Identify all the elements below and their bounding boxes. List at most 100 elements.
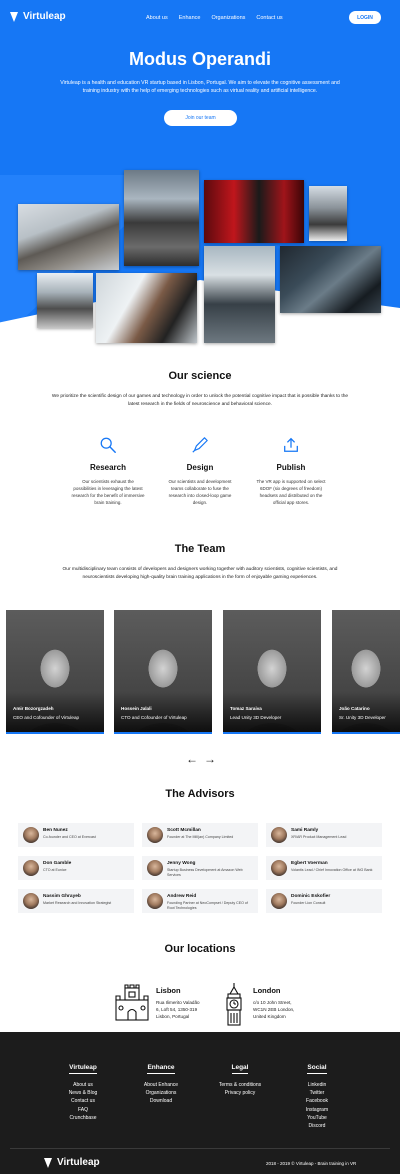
team-photo-office: [124, 170, 199, 266]
team-card[interactable]: João Catarino Sr. Unity 3D Developer: [332, 610, 400, 734]
top-nav: Virtuleap About us Enhance Organizations…: [0, 0, 400, 36]
feature-text: Our scientists exhaust the possibilities…: [71, 479, 145, 505]
advisor-role: Market Research and Innovation Strategis…: [43, 901, 112, 905]
nav-link-enhance[interactable]: Enhance: [179, 15, 201, 21]
advisor-card: Don Gamble CTO at Eunice: [18, 856, 134, 880]
footer-heading: Enhance: [147, 1064, 175, 1074]
team-member-role: Lead Unity 3D Developer: [230, 715, 282, 720]
advisor-role: Founding Partner at NeoCompset / Deputy …: [167, 901, 248, 910]
footer-link[interactable]: Contact us: [54, 1097, 112, 1105]
advisor-name: Jenny Wong: [167, 861, 196, 866]
team-card[interactable]: Amir Bozorgzadeh CEO and Cofounder of Vi…: [6, 610, 104, 734]
advisors-title: The Advisors: [165, 788, 235, 800]
join-team-button[interactable]: Join our team: [164, 110, 237, 126]
science-description: We prioritize the scientific design of o…: [51, 394, 349, 407]
team-photo-portrait: [309, 186, 347, 241]
team-member-name: Tomaz Saraiva: [230, 706, 262, 711]
feature-publish: Publish The VR app is supported on selec…: [253, 436, 329, 506]
footer-link[interactable]: Crunchbase: [54, 1114, 112, 1122]
footer-link[interactable]: Facebook: [292, 1097, 342, 1105]
advisor-role: Founder Lion Consult: [291, 901, 326, 905]
advisor-name: Don Gamble: [43, 861, 72, 866]
logo-icon: [10, 11, 20, 22]
card-overlay: [332, 692, 400, 732]
pen-icon: [192, 437, 208, 453]
avatar: [23, 860, 39, 876]
footer-link[interactable]: FAQ: [54, 1106, 112, 1114]
advisor-card: Nassim Ghrayeb Market Research and Innov…: [18, 889, 134, 913]
footer-link[interactable]: Organizations: [130, 1089, 192, 1097]
address-line: 6, Loft 54, 1350-319: [156, 1007, 198, 1012]
team-card[interactable]: Tomaz Saraiva Lead Unity 3D Developer: [223, 610, 321, 734]
nav-link-about-us[interactable]: About us: [146, 15, 168, 21]
footer-link[interactable]: News & Blog: [54, 1089, 112, 1097]
avatar: [147, 893, 163, 909]
lisbon-tower-icon: [115, 984, 149, 1021]
team-member-name: Amir Bozorgzadeh: [13, 706, 54, 711]
avatar: [147, 860, 163, 876]
footer-heading: Social: [307, 1064, 327, 1074]
advisor-name: Egbert Voerman: [291, 861, 328, 866]
big-ben-icon: [226, 983, 242, 1026]
footer-link[interactable]: About us: [54, 1081, 112, 1089]
logo-text: Virtuleap: [23, 11, 66, 22]
team-title: The Team: [174, 543, 226, 555]
footer-link[interactable]: Discord: [292, 1122, 342, 1130]
footer-link[interactable]: About Enhance: [130, 1081, 192, 1089]
advisor-name: Sami Ramly: [291, 828, 319, 833]
arrow-left-icon[interactable]: ←: [186, 753, 198, 765]
advisor-role: Co-founder and CEO at Evercast: [43, 835, 96, 839]
team-member-role: Sr. Unity 3D Developer: [339, 715, 386, 720]
footer-column-enhance: Enhance About Enhance Organizations Down…: [130, 1056, 192, 1106]
address-line: United Kingdom: [253, 1014, 286, 1019]
team-photo-desk: [37, 273, 93, 328]
page-title: Modus Operandi: [128, 49, 271, 69]
advisor-card: Egbert Voerman Volantis Lead / Chief Inn…: [266, 856, 382, 880]
team-photo-laptop: [96, 273, 197, 343]
advisor-name: Dominic Eskofier: [291, 894, 331, 899]
feature-design: Design Our scientists and development te…: [162, 436, 238, 506]
arrow-right-icon[interactable]: →: [204, 753, 216, 765]
team-description: Our multidisciplinary team consists of d…: [62, 567, 338, 580]
logo[interactable]: Virtuleap: [10, 11, 66, 22]
card-overlay: [6, 692, 104, 732]
avatar: [271, 827, 287, 843]
nav-link-contact-us[interactable]: Contact us: [256, 15, 282, 21]
team-photo-monitor: [280, 246, 381, 313]
feature-title: Design: [186, 463, 214, 472]
footer-links: Terms & conditions Privacy policy: [210, 1081, 270, 1097]
advisor-card: Dominic Eskofier Founder Lion Consult: [266, 889, 382, 913]
advisor-card: Scott Mcmillan Founder at The Mill(an) C…: [142, 823, 258, 847]
footer-links: About us News & Blog Contact us FAQ Crun…: [54, 1081, 112, 1122]
location-address-lisbon: Rua Ilimerito Valadão 6, Loft 54, 1350-3…: [156, 999, 200, 1020]
avatar: [147, 827, 163, 843]
logo-text: Virtuleap: [57, 1157, 100, 1168]
footer-link[interactable]: Privacy policy: [210, 1089, 270, 1097]
advisor-role: Founder at The Mill(an) Company Limited: [167, 835, 234, 839]
advisor-name: Nassim Ghrayeb: [43, 894, 81, 899]
footer-link[interactable]: Linkedin: [292, 1081, 342, 1089]
hero-description: Virtuleap is a health and education VR s…: [60, 80, 340, 94]
advisor-card: Ben Nunez Co-founder and CEO at Evercast: [18, 823, 134, 847]
team-member-name: João Catarino: [339, 706, 370, 711]
card-overlay: [223, 692, 321, 732]
footer-link[interactable]: Terms & conditions: [210, 1081, 270, 1089]
footer-link[interactable]: Download: [130, 1097, 192, 1105]
location-name-lisbon: Lisbon: [156, 986, 181, 995]
footer-logo[interactable]: Virtuleap: [44, 1157, 100, 1168]
feature-title: Publish: [276, 463, 306, 472]
avatar: [23, 893, 39, 909]
nav-link-organizations[interactable]: Organizations: [211, 15, 245, 21]
footer-link[interactable]: Twitter: [292, 1089, 342, 1097]
team-member-name: Hossein Jalali: [121, 706, 152, 711]
team-card[interactable]: Hossein Jalali CTO and Cofounder of Virt…: [114, 610, 212, 734]
team-photo-stage: [204, 180, 304, 243]
footer-heading: Virtuleap: [69, 1064, 97, 1074]
footer-link[interactable]: Instagram: [292, 1106, 342, 1114]
login-button[interactable]: LOGIN: [349, 11, 381, 24]
science-title: Our science: [168, 370, 232, 382]
feature-research: Research Our scientists exhaust the poss…: [70, 436, 146, 506]
avatar: [271, 893, 287, 909]
footer-link[interactable]: YouTube: [292, 1114, 342, 1122]
advisor-card: Jenny Wong Startup Business Development …: [142, 856, 258, 880]
